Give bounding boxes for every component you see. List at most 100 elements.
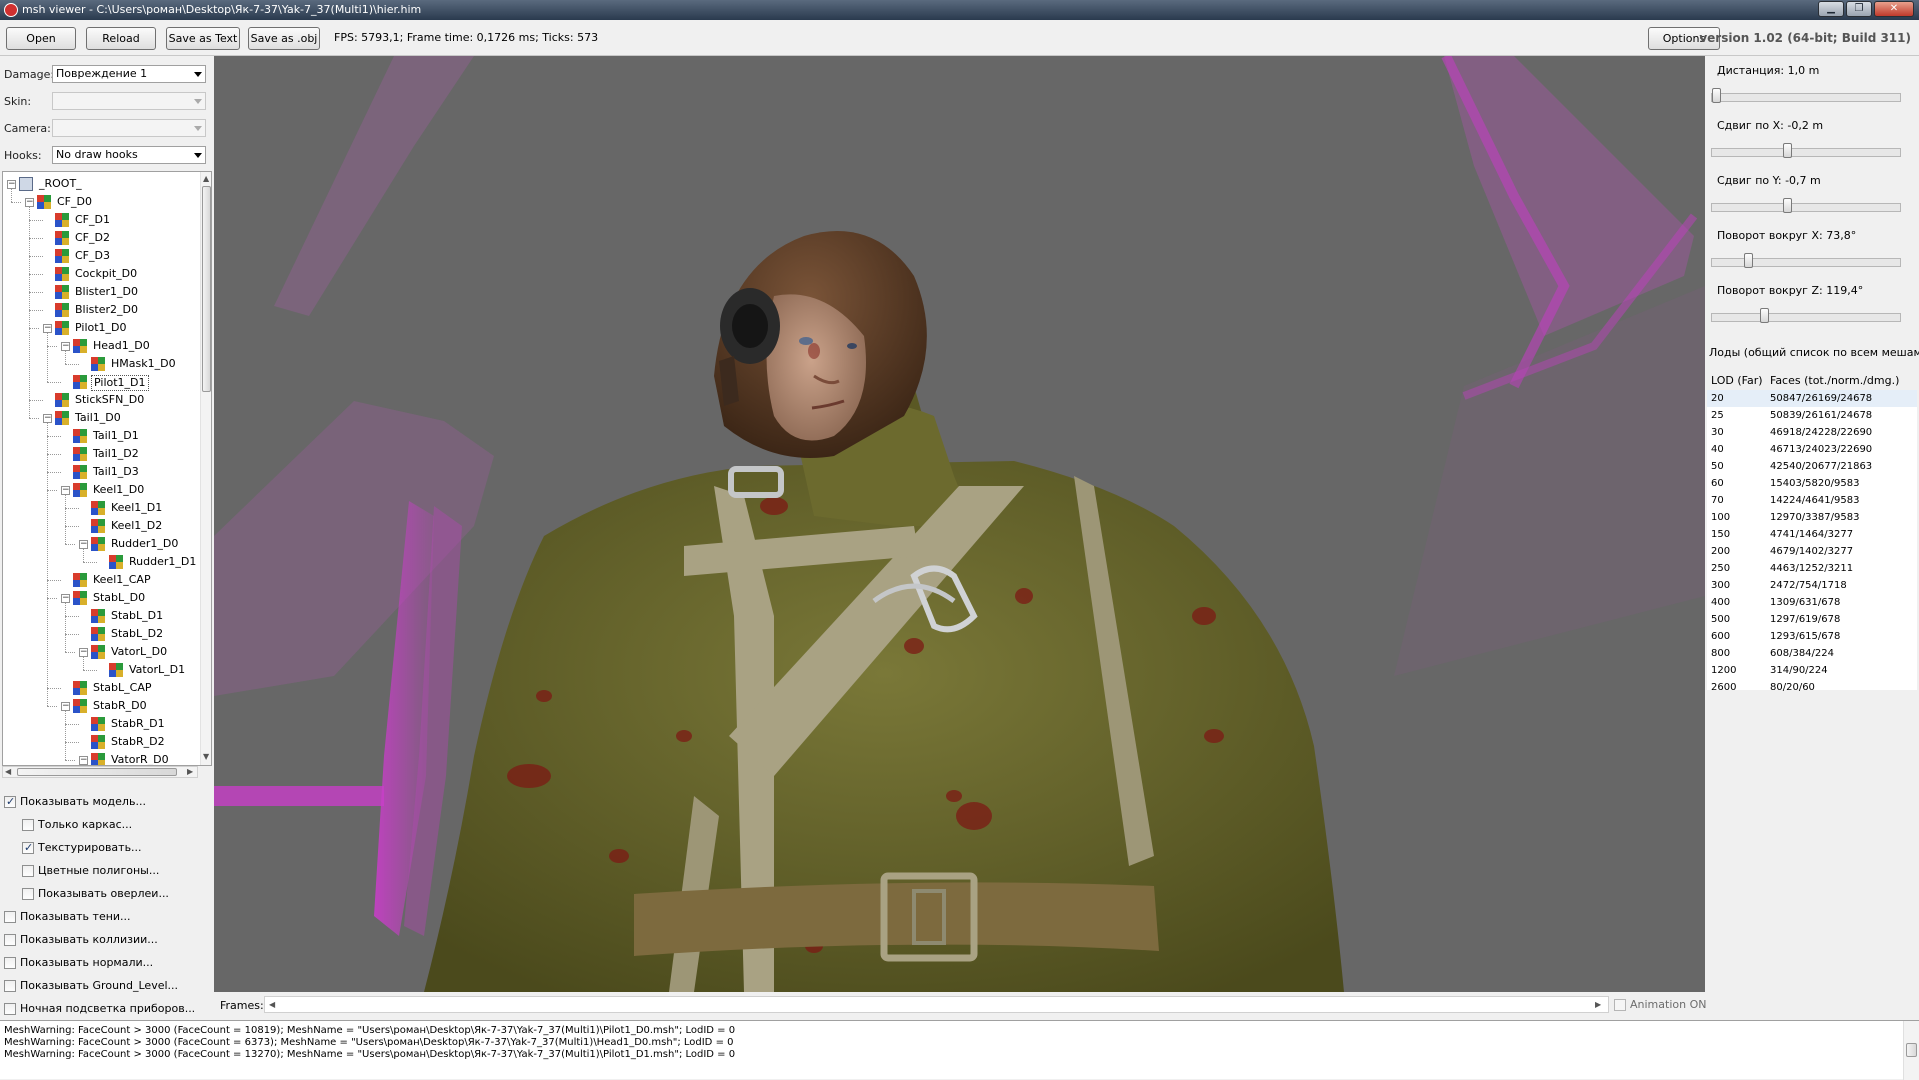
log-output[interactable]: MeshWarning: FaceCount > 3000 (FaceCount… bbox=[0, 1020, 1919, 1080]
slider-name: Сдвиг по Y: bbox=[1717, 174, 1782, 187]
camera-select[interactable] bbox=[52, 119, 206, 137]
collapse-icon[interactable]: − bbox=[79, 540, 88, 549]
scroll-up-icon[interactable]: ▲ bbox=[203, 174, 209, 184]
maximize-icon[interactable]: ❐ bbox=[1846, 1, 1872, 17]
lod-row[interactable]: 100 12970/3387/9583 bbox=[1707, 509, 1917, 526]
slider-thumb[interactable] bbox=[1783, 143, 1792, 158]
slider-track[interactable] bbox=[1711, 253, 1901, 268]
unchecked-icon[interactable] bbox=[4, 1003, 16, 1015]
lod-row[interactable]: 70 14224/4641/9583 bbox=[1707, 492, 1917, 509]
scroll-right-icon[interactable]: ▶ bbox=[187, 767, 193, 777]
checked-icon[interactable] bbox=[4, 795, 16, 808]
frames-right-icon[interactable]: ▶ bbox=[1595, 1000, 1601, 1010]
collapse-icon[interactable]: − bbox=[43, 414, 52, 423]
unchecked-icon[interactable] bbox=[22, 865, 34, 877]
lod-row[interactable]: 200 4679/1402/3277 bbox=[1707, 543, 1917, 560]
collapse-icon[interactable]: − bbox=[25, 198, 34, 207]
slider-thumb[interactable] bbox=[1712, 88, 1721, 103]
lod-row[interactable]: 30 46918/24228/22690 bbox=[1707, 424, 1917, 441]
collapse-icon[interactable]: − bbox=[61, 594, 70, 603]
collapse-icon[interactable]: − bbox=[61, 702, 70, 711]
lod-row[interactable]: 400 1309/631/678 bbox=[1707, 594, 1917, 611]
slider-thumb[interactable] bbox=[1760, 308, 1769, 323]
mesh-icon bbox=[73, 447, 87, 461]
tree-horizontal-scrollbar[interactable]: ◀ ▶ bbox=[2, 766, 198, 778]
lod-row[interactable]: 250 4463/1252/3211 bbox=[1707, 560, 1917, 577]
collapse-icon[interactable]: − bbox=[79, 648, 88, 657]
collapse-icon[interactable]: − bbox=[61, 342, 70, 351]
slider-thumb[interactable] bbox=[1744, 253, 1753, 268]
reload-button[interactable]: Reload bbox=[86, 27, 156, 50]
mesh-tree[interactable]: − _ROOT_ − CF_D0 CF_D1 CF_D2 CF_D3 Cockpit_D0 Bl… bbox=[2, 171, 212, 766]
slider-track[interactable] bbox=[1711, 143, 1901, 158]
collapse-icon[interactable]: − bbox=[61, 486, 70, 495]
tree-scroll-thumb[interactable] bbox=[202, 186, 211, 392]
slider-thumb[interactable] bbox=[1783, 198, 1792, 213]
lod-row[interactable]: 2600 80/20/60 bbox=[1707, 679, 1917, 696]
slider-value: 73,8° bbox=[1826, 229, 1857, 242]
scroll-left-icon[interactable]: ◀ bbox=[5, 767, 11, 777]
unchecked-icon[interactable] bbox=[4, 957, 16, 969]
app-icon[interactable] bbox=[4, 3, 18, 17]
lod-row[interactable]: 500 1297/619/678 bbox=[1707, 611, 1917, 628]
lod-row[interactable]: 60 15403/5820/9583 bbox=[1707, 475, 1917, 492]
lod-col-faces[interactable]: Faces (tot./norm./dmg.) bbox=[1770, 374, 1899, 387]
lod-row[interactable]: 50 42540/20677/21863 bbox=[1707, 458, 1917, 475]
open-button[interactable]: Open bbox=[6, 27, 76, 50]
lod-row[interactable]: 150 4741/1464/3277 bbox=[1707, 526, 1917, 543]
slider-track[interactable] bbox=[1711, 198, 1901, 213]
slider-track[interactable] bbox=[1711, 308, 1901, 323]
collapse-icon[interactable]: − bbox=[43, 324, 52, 333]
unchecked-icon[interactable] bbox=[4, 911, 16, 923]
collapse-icon[interactable]: − bbox=[7, 180, 16, 189]
log-scrollbar[interactable] bbox=[1903, 1021, 1919, 1080]
lod-row[interactable]: 40 46713/24023/22690 bbox=[1707, 441, 1917, 458]
lod-far: 20 bbox=[1711, 393, 1724, 404]
mesh-icon bbox=[73, 573, 87, 587]
log-scroll-thumb[interactable] bbox=[1906, 1043, 1917, 1057]
tree-node-label: CF_D3 bbox=[75, 249, 110, 262]
lod-row[interactable]: 20 50847/26169/24678 bbox=[1707, 390, 1917, 407]
skin-select[interactable] bbox=[52, 92, 206, 110]
slider-value: 1,0 m bbox=[1787, 64, 1820, 77]
slider-label: Дистанция: 1,0 m bbox=[1717, 64, 1819, 77]
close-icon[interactable]: ✕ bbox=[1874, 1, 1914, 17]
checked-icon[interactable] bbox=[22, 841, 34, 854]
save-as-obj-button[interactable]: Save as .obj bbox=[248, 27, 320, 50]
damage-select[interactable]: Повреждение 1 bbox=[52, 65, 206, 83]
tree-connector bbox=[29, 328, 39, 329]
slider-name: Сдвиг по X: bbox=[1717, 119, 1784, 132]
tree-hscroll-thumb[interactable] bbox=[17, 768, 177, 776]
lod-row[interactable]: 800 608/384/224 bbox=[1707, 645, 1917, 662]
unchecked-icon[interactable] bbox=[4, 980, 16, 992]
lod-col-far[interactable]: LOD (Far) bbox=[1711, 374, 1763, 387]
tree-node-label: VatorL_D1 bbox=[129, 663, 186, 676]
lod-faces: 314/90/224 bbox=[1770, 665, 1828, 676]
frames-slider[interactable]: ◀ ▶ bbox=[264, 996, 1609, 1013]
lod-row[interactable]: 600 1293/615/678 bbox=[1707, 628, 1917, 645]
log-line: MeshWarning: FaceCount > 3000 (FaceCount… bbox=[4, 1025, 736, 1036]
mesh-icon bbox=[55, 321, 69, 335]
mesh-icon bbox=[91, 357, 105, 371]
unchecked-icon[interactable] bbox=[22, 819, 34, 831]
lod-row[interactable]: 1200 314/90/224 bbox=[1707, 662, 1917, 679]
save-as-text-button[interactable]: Save as Text bbox=[166, 27, 240, 50]
3d-viewport[interactable] bbox=[214, 56, 1705, 992]
lod-table[interactable]: 20 50847/26169/24678 25 50839/26161/24678 30… bbox=[1707, 390, 1917, 693]
slider-track[interactable] bbox=[1711, 88, 1901, 103]
unchecked-icon[interactable] bbox=[22, 888, 34, 900]
lod-row[interactable]: 25 50839/26161/24678 bbox=[1707, 407, 1917, 424]
hooks-select[interactable]: No draw hooks bbox=[52, 146, 206, 164]
tree-vertical-scrollbar[interactable]: ▲ ▼ bbox=[200, 172, 211, 765]
tree-connector bbox=[11, 189, 12, 202]
collapse-icon[interactable]: − bbox=[79, 756, 88, 765]
lod-row[interactable]: 300 2472/754/1718 bbox=[1707, 577, 1917, 594]
tree-node-label: CF_D0 bbox=[57, 195, 92, 208]
lod-far: 1200 bbox=[1711, 665, 1737, 676]
tree-node-label: Keel1_D1 bbox=[111, 501, 163, 514]
minimize-icon[interactable]: ▁ bbox=[1818, 1, 1844, 17]
frames-left-icon[interactable]: ◀ bbox=[269, 1000, 275, 1010]
scroll-down-icon[interactable]: ▼ bbox=[203, 752, 209, 762]
unchecked-icon[interactable] bbox=[4, 934, 16, 946]
animation-checkbox[interactable] bbox=[1614, 999, 1626, 1011]
